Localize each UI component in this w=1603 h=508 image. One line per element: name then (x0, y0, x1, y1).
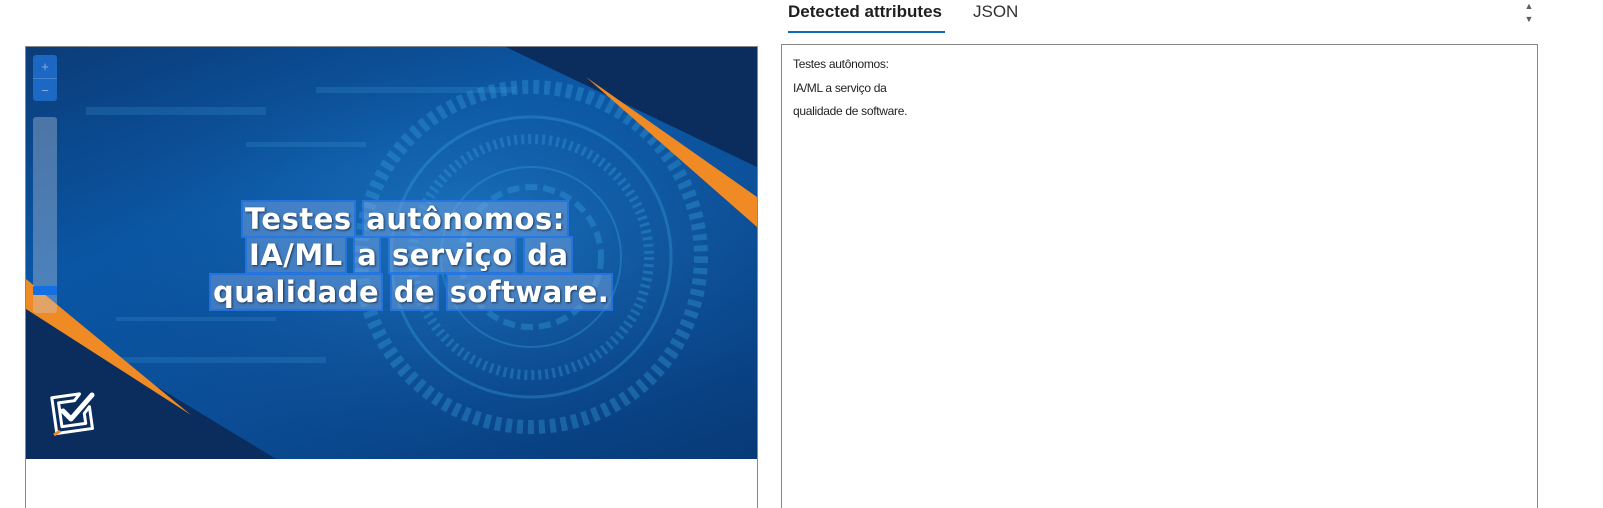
image-viewer: Testes autônomos: IA/ML a serviço da qua… (25, 46, 758, 508)
result-text-line: qualidade de software. (793, 104, 908, 118)
ocr-word: Testes (241, 200, 356, 238)
checkbox-logo-icon (50, 392, 95, 437)
zoom-out-icon[interactable]: − (33, 78, 57, 101)
zoom-in-icon[interactable]: + (33, 55, 57, 78)
tab-detected-attributes[interactable]: Detected attributes (788, 0, 945, 33)
result-text-line: Testes autônomos: (793, 57, 889, 71)
tab-json[interactable]: JSON (973, 0, 1018, 33)
detected-text-panel: Testes autônomos: IA/ML a serviço da qua… (781, 44, 1538, 508)
ocr-word: IA/ML (245, 236, 347, 274)
ocr-word: de (389, 273, 440, 311)
ocr-word: a (353, 236, 382, 274)
zoom-slider[interactable] (33, 117, 57, 313)
page-scrollbar[interactable]: ▲ ▼ (1523, 0, 1535, 28)
ocr-word: autônomos: (362, 200, 569, 238)
ocr-line: Testes autônomos: (241, 200, 569, 238)
result-text-line: IA/ML a serviço da (793, 80, 887, 95)
scroll-down-icon[interactable]: ▼ (1523, 13, 1535, 26)
ocr-word: software. (445, 273, 614, 311)
zoom-slider-thumb[interactable] (33, 286, 57, 295)
result-tabs: Detected attributes JSON (788, 0, 1018, 36)
ocr-line: qualidade de software. (208, 273, 614, 311)
analyzed-image[interactable]: Testes autônomos: IA/ML a serviço da qua… (26, 47, 757, 459)
scroll-up-icon[interactable]: ▲ (1523, 0, 1535, 13)
ocr-word: qualidade (208, 273, 384, 311)
zoom-control: + − (33, 55, 57, 101)
ocr-word: serviço (387, 236, 517, 274)
ocr-word: da (523, 236, 573, 274)
ocr-line: IA/ML a serviço da (245, 236, 573, 274)
